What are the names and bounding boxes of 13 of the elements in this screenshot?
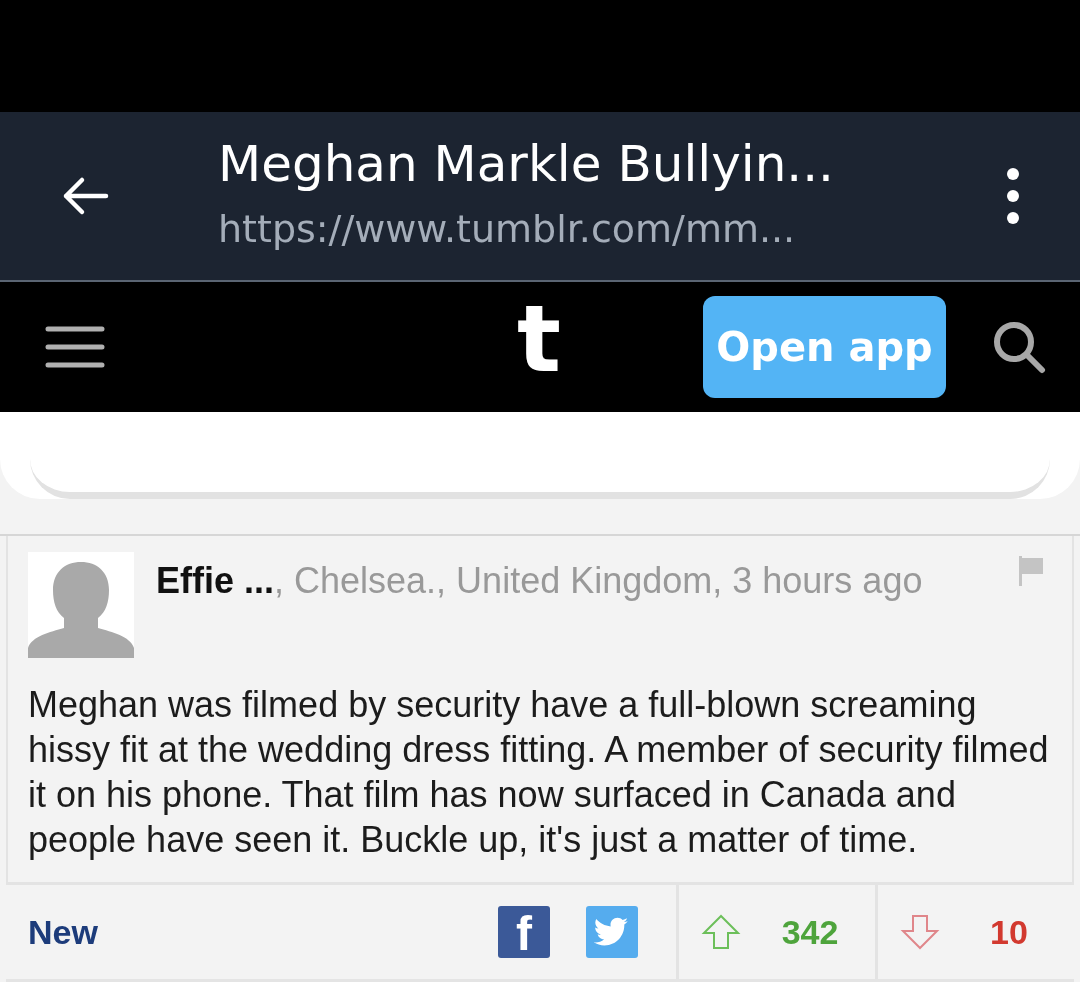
site-logo[interactable]: t	[517, 290, 561, 390]
search-icon[interactable]	[992, 320, 1046, 374]
page-url: https://www.tumblr.com/mm...	[218, 206, 797, 253]
vote-count: 342	[780, 912, 840, 952]
avatar-icon	[28, 552, 134, 658]
comment-meta: Effie ..., Chelsea., United Kingdom, 3 hours ago	[156, 560, 924, 602]
page-title: Meghan Markle Bullyin...	[218, 134, 835, 194]
vote-count: 10	[989, 912, 1029, 952]
comment-text: Meghan was filmed by security have a full-blown screaming hissy fit at the wedding dress fitting. A member of security filmed it on his phone. That film has now surfaced in Canada and people have seen it. Buckle up, it's just a matter of time.	[28, 683, 1050, 862]
menu-icon[interactable]	[45, 325, 105, 369]
sort-label: New	[28, 912, 99, 952]
facebook-share-button[interactable]: f	[498, 906, 550, 958]
more-menu-icon[interactable]	[1006, 166, 1020, 226]
